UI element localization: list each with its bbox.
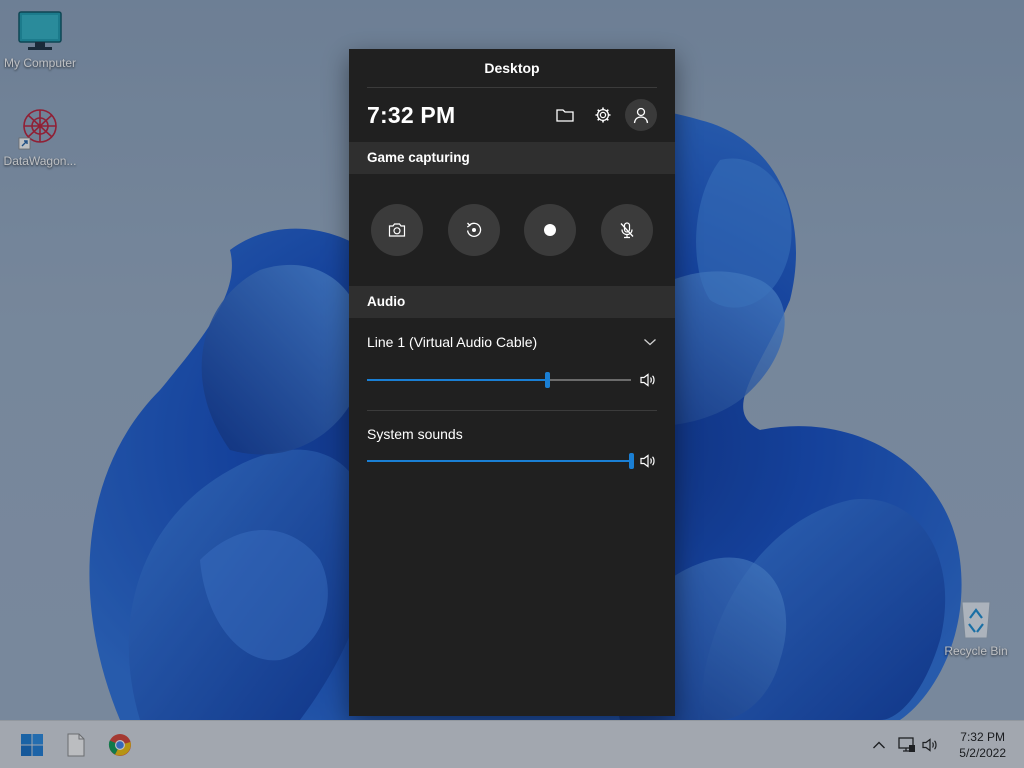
system-sounds-row-title: System sounds <box>367 419 657 449</box>
desktop-icon-my-computer[interactable]: My Computer <box>0 10 80 70</box>
desktop-icon-label: My Computer <box>3 56 77 70</box>
speaker-icon <box>922 738 937 752</box>
system-volume-fill <box>367 460 631 462</box>
desktop-icon-label: Recycle Bin <box>944 644 1008 658</box>
capture-buttons <box>349 174 675 286</box>
device-volume-fill <box>367 379 547 381</box>
start-recording-button[interactable] <box>524 204 577 256</box>
record-last-30s-button[interactable] <box>447 204 500 256</box>
speaker-volume-icon[interactable] <box>639 453 657 469</box>
gear-icon <box>595 107 611 123</box>
system-sounds-label: System sounds <box>367 426 463 442</box>
taskbar-clock[interactable]: 7:32 PM 5/2/2022 <box>959 729 1006 761</box>
show-hidden-icons-button[interactable] <box>868 734 890 756</box>
start-recording-icon <box>544 224 557 236</box>
audio-panel: Line 1 (Virtual Audio Cable) System soun… <box>349 322 675 473</box>
chevron-up-icon <box>873 741 885 749</box>
audio-divider <box>367 410 657 411</box>
speaker-volume-icon[interactable] <box>639 372 657 388</box>
desktop-icon-datawagon[interactable]: DataWagon... <box>0 104 80 168</box>
start-button[interactable] <box>16 729 48 761</box>
game-bar-title: Desktop <box>367 49 657 88</box>
clock-time: 7:32 PM <box>960 730 1005 744</box>
windows-start-icon <box>21 734 43 756</box>
recycle-bin-icon <box>961 601 991 639</box>
system-volume-row <box>367 449 657 473</box>
file-explorer-button[interactable] <box>60 729 92 761</box>
screenshot-camera-icon <box>388 223 406 237</box>
network-status-button[interactable] <box>896 734 918 756</box>
device-volume-row <box>367 362 657 398</box>
audio-device-selector[interactable]: Line 1 (Virtual Audio Cable) <box>367 322 657 362</box>
network-icon <box>898 737 915 752</box>
folder-icon <box>556 109 574 122</box>
chrome-icon <box>108 734 131 756</box>
file-explorer-icon <box>67 733 85 757</box>
mic-muted-icon <box>620 222 634 239</box>
datawagon-app-icon <box>18 109 57 150</box>
settings-button[interactable] <box>587 99 619 131</box>
volume-tray-button[interactable] <box>920 734 942 756</box>
game-bar-header: 7:32 PM <box>349 88 675 142</box>
taskbar: 7:32 PM 5/2/2022 <box>0 720 1024 768</box>
monitor-icon <box>18 11 62 50</box>
game-capturing-section-title: Game capturing <box>349 142 675 174</box>
take-screenshot-button[interactable] <box>371 204 423 256</box>
toggle-microphone-button[interactable] <box>600 204 653 256</box>
game-bar-time: 7:32 PM <box>367 101 456 128</box>
system-volume-slider[interactable] <box>367 451 634 471</box>
device-volume-thumb[interactable] <box>544 372 550 388</box>
desktop-icon-label: DataWagon... <box>3 154 77 168</box>
audio-device-label: Line 1 (Virtual Audio Cable) <box>367 334 538 350</box>
chrome-button[interactable] <box>104 729 136 761</box>
open-captures-folder-button[interactable] <box>549 99 581 131</box>
account-button[interactable] <box>625 99 657 131</box>
game-bar-widget: Desktop 7:32 PM Game capturing Audio Lin… <box>349 49 675 716</box>
clock-date: 5/2/2022 <box>959 746 1006 760</box>
chevron-down-icon <box>644 339 656 346</box>
system-volume-thumb[interactable] <box>629 453 634 469</box>
record-last-30s-icon <box>466 222 481 237</box>
audio-section-title: Audio <box>349 286 675 318</box>
device-volume-slider[interactable] <box>367 370 631 390</box>
desktop-icon-recycle-bin[interactable]: Recycle Bin <box>936 598 1016 658</box>
user-icon <box>633 107 649 124</box>
